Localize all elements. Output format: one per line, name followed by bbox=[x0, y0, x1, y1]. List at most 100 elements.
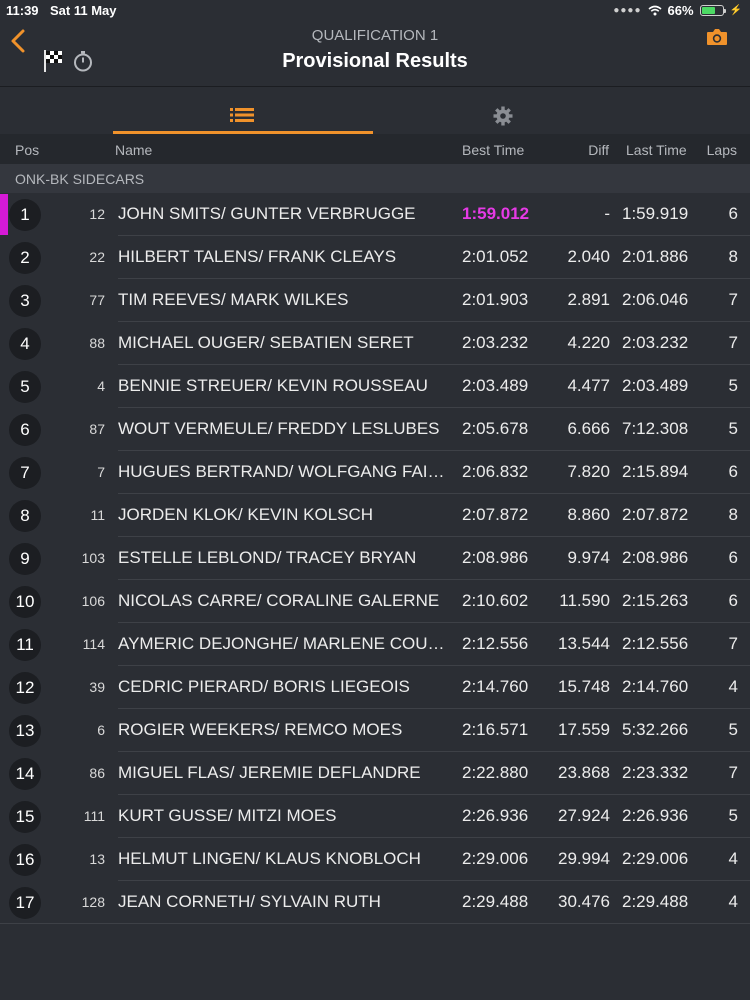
rider-number: 22 bbox=[89, 249, 105, 265]
rider-number: 11 bbox=[90, 507, 105, 523]
rider-names: JEAN CORNETH/ SYLVAIN RUTH bbox=[118, 892, 381, 911]
position-badge: 12 bbox=[9, 672, 41, 704]
best-time: 2:12.556 bbox=[462, 634, 529, 653]
rider-names: AYMERIC DEJONGHE/ MARLENE COU… bbox=[118, 634, 445, 653]
last-time: 2:08.986 bbox=[622, 548, 689, 567]
result-row[interactable]: 6 87 WOUT VERMEULE/ FREDDY LESLUBES 2:05.67… bbox=[0, 408, 750, 451]
result-row[interactable]: 4 88 MICHAEL OUGER/ SEBATIEN SERET 2:03.232… bbox=[0, 322, 750, 365]
column-header-laps: Laps bbox=[706, 142, 737, 158]
rider-names: KURT GUSSE/ MITZI MOES bbox=[118, 806, 337, 825]
result-row[interactable]: 3 77 TIM REEVES/ MARK WILKES 2:01.903 2.891 2… bbox=[0, 279, 750, 322]
rider-names: WOUT VERMEULE/ FREDDY LESLUBES bbox=[118, 419, 440, 438]
position-badge: 13 bbox=[9, 715, 41, 747]
time-diff: - bbox=[604, 204, 610, 223]
time-diff: 4.220 bbox=[567, 333, 610, 352]
best-time: 2:22.880 bbox=[462, 763, 529, 782]
rider-names: HILBERT TALENS/ FRANK CLEAYS bbox=[118, 247, 397, 266]
lap-count: 7 bbox=[728, 634, 738, 653]
rider-names: JOHN SMITS/ GUNTER VERBRUGGE bbox=[118, 204, 416, 223]
results-list: 1 12 JOHN SMITS/ GUNTER VERBRUGGE 1:59.012-… bbox=[0, 193, 750, 924]
best-time: 2:06.832 bbox=[462, 462, 529, 481]
result-row[interactable]: 12 39 CEDRIC PIERARD/ BORIS LIEGEOIS 2:14.7… bbox=[0, 666, 750, 709]
rider-number: 88 bbox=[89, 335, 105, 351]
lap-count: 6 bbox=[728, 591, 738, 610]
charging-icon: ⚡ bbox=[729, 5, 742, 16]
result-row[interactable]: 11 114 AYMERIC DEJONGHE/ MARLENE COU… 2:12.… bbox=[0, 623, 750, 666]
column-header-pos: Pos bbox=[15, 142, 40, 158]
rider-names: ESTELLE LEBLOND/ TRACEY BRYAN bbox=[118, 548, 417, 567]
position-badge: 5 bbox=[9, 371, 41, 403]
tab-settings[interactable] bbox=[373, 87, 633, 134]
column-header-row: Pos Name Best Time Diff Last Time Laps bbox=[0, 134, 750, 164]
time-diff: 9.974 bbox=[567, 548, 610, 567]
best-time: 2:05.678 bbox=[462, 419, 529, 438]
result-row[interactable]: 8 11 JORDEN KLOK/ KEVIN KOLSCH 2:07.872 8.86… bbox=[0, 494, 750, 537]
last-time: 2:23.332 bbox=[622, 763, 689, 782]
last-time: 2:15.263 bbox=[622, 591, 689, 610]
column-header-last-time: Last Time bbox=[626, 142, 687, 158]
rider-names: HELMUT LINGEN/ KLAUS KNOBLOCH bbox=[118, 849, 421, 868]
best-time: 2:14.760 bbox=[462, 677, 529, 696]
best-time: 2:29.006 bbox=[462, 849, 529, 868]
class-name: ONK-BK SIDECARS bbox=[15, 171, 145, 187]
best-time: 2:29.488 bbox=[462, 892, 529, 911]
result-row[interactable]: 7 7 HUGUES BERTRAND/ WOLFGANG FAI… 2:06.832… bbox=[0, 451, 750, 494]
rider-number: 13 bbox=[89, 851, 105, 867]
last-time: 2:07.872 bbox=[622, 505, 689, 524]
rider-number: 86 bbox=[89, 765, 105, 781]
result-row[interactable]: 13 6 ROGIER WEEKERS/ REMCO MOES 2:16.571 17.… bbox=[0, 709, 750, 752]
result-row[interactable]: 2 22 HILBERT TALENS/ FRANK CLEAYS 2:01.052 2… bbox=[0, 236, 750, 279]
rider-number: 39 bbox=[89, 679, 105, 695]
result-row[interactable]: 15 111 KURT GUSSE/ MITZI MOES 2:26.936 27.92… bbox=[0, 795, 750, 838]
camera-icon[interactable] bbox=[706, 28, 728, 46]
best-time: 2:16.571 bbox=[462, 720, 529, 739]
best-time: 2:03.489 bbox=[462, 376, 529, 395]
result-row[interactable]: 9 103 ESTELLE LEBLOND/ TRACEY BRYAN 2:08.98… bbox=[0, 537, 750, 580]
class-section-header: ONK-BK SIDECARS bbox=[0, 164, 750, 193]
last-time: 2:03.232 bbox=[622, 333, 689, 352]
lap-count: 6 bbox=[728, 548, 738, 567]
position-badge: 16 bbox=[9, 844, 41, 876]
last-time: 2:14.760 bbox=[622, 677, 689, 696]
tab-results-list[interactable] bbox=[113, 87, 373, 134]
rider-number: 106 bbox=[81, 593, 105, 609]
status-indicators: ●●●● 66% ⚡ bbox=[613, 3, 742, 18]
lap-count: 5 bbox=[728, 720, 738, 739]
result-row[interactable]: 14 86 MIGUEL FLAS/ JEREMIE DEFLANDRE 2:22.8… bbox=[0, 752, 750, 795]
position-badge: 6 bbox=[9, 414, 41, 446]
position-badge: 17 bbox=[9, 887, 41, 919]
status-bar: 11:39 Sat 11 May ●●●● 66% ⚡ bbox=[0, 0, 750, 22]
result-row[interactable]: 10 106 NICOLAS CARRE/ CORALINE GALERNE 2:10… bbox=[0, 580, 750, 623]
time-diff: 2.040 bbox=[567, 247, 610, 266]
time-diff: 4.477 bbox=[567, 376, 610, 395]
list-icon bbox=[230, 108, 254, 122]
column-header-best-time: Best Time bbox=[462, 142, 525, 158]
position-badge: 9 bbox=[9, 543, 41, 575]
best-time: 2:10.602 bbox=[462, 591, 529, 610]
signal-icon: ●●●● bbox=[613, 5, 642, 16]
lap-count: 5 bbox=[728, 806, 738, 825]
result-row[interactable]: 17 128 JEAN CORNETH/ SYLVAIN RUTH 2:29.488 3… bbox=[0, 881, 750, 924]
last-time: 2:29.006 bbox=[622, 849, 689, 868]
last-time: 2:03.489 bbox=[622, 376, 689, 395]
battery-fill bbox=[701, 7, 715, 14]
result-row[interactable]: 16 13 HELMUT LINGEN/ KLAUS KNOBLOCH 2:29.00… bbox=[0, 838, 750, 881]
rider-number: 12 bbox=[89, 206, 105, 222]
position-badge: 15 bbox=[9, 801, 41, 833]
last-time: 1:59.919 bbox=[622, 204, 689, 223]
time-diff: 17.559 bbox=[558, 720, 610, 739]
last-time: 2:06.046 bbox=[622, 290, 689, 309]
last-time: 5:32.266 bbox=[622, 720, 689, 739]
position-badge: 3 bbox=[9, 285, 41, 317]
best-time: 2:01.903 bbox=[462, 290, 529, 309]
result-row[interactable]: 1 12 JOHN SMITS/ GUNTER VERBRUGGE 1:59.012 -… bbox=[0, 193, 750, 236]
rider-names: MICHAEL OUGER/ SEBATIEN SERET bbox=[118, 333, 414, 352]
status-date: Sat 11 May bbox=[50, 3, 117, 18]
result-row[interactable]: 5 4 BENNIE STREUER/ KEVIN ROUSSEAU 2:03.489… bbox=[0, 365, 750, 408]
last-time: 2:15.894 bbox=[622, 462, 689, 481]
time-diff: 13.544 bbox=[558, 634, 610, 653]
fastest-lap-marker bbox=[0, 194, 8, 235]
rider-names: MIGUEL FLAS/ JEREMIE DEFLANDRE bbox=[118, 763, 421, 782]
gear-icon bbox=[493, 106, 513, 126]
rider-names: CEDRIC PIERARD/ BORIS LIEGEOIS bbox=[118, 677, 410, 696]
